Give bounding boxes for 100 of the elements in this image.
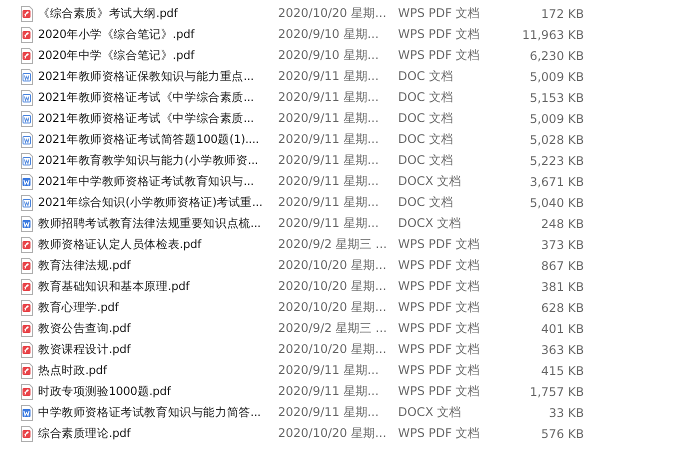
modified-date: 2020/9/10 星期...	[278, 26, 380, 43]
file-size: 5,153 KB	[528, 90, 584, 104]
modified-date: 2020/10/20 星期...	[278, 341, 388, 358]
file-type: WPS PDF 文档	[398, 320, 481, 337]
word-file-icon	[20, 132, 34, 148]
file-type: DOCX 文档	[398, 404, 462, 421]
file-name[interactable]: 2021年综合知识(小学教师资格证)考试重...	[38, 195, 278, 210]
file-name[interactable]: 教师资格证认定人员体检表.pdf	[38, 237, 278, 252]
file-type: WPS PDF 文档	[398, 26, 481, 43]
file-size: 381 KB	[540, 280, 584, 294]
pdf-file-icon	[20, 258, 34, 274]
file-size: 373 KB	[540, 238, 584, 252]
file-size: 576 KB	[540, 426, 584, 440]
file-type: WPS PDF 文档	[398, 341, 481, 358]
file-name[interactable]: 教育心理学.pdf	[38, 300, 278, 315]
modified-date: 2020/9/11 星期...	[278, 152, 380, 169]
file-name[interactable]: 2021年教师资格证考试《中学综合素质...	[38, 90, 278, 105]
modified-date: 2020/9/2 星期三 ...	[278, 236, 388, 253]
file-name[interactable]: 2021年教师资格证考试《中学综合素质...	[38, 111, 278, 126]
word-file-icon	[20, 194, 34, 210]
file-name[interactable]: 教资公告查询.pdf	[38, 321, 278, 336]
file-type: WPS PDF 文档	[398, 278, 481, 295]
file-type: DOC 文档	[398, 194, 454, 211]
modified-date: 2020/9/11 星期...	[278, 362, 380, 379]
word-file-icon	[20, 404, 34, 420]
modified-date: 2020/9/11 星期...	[278, 194, 380, 211]
modified-date: 2020/9/11 星期...	[278, 89, 380, 106]
pdf-file-icon	[20, 278, 34, 294]
file-size: 415 KB	[540, 364, 584, 378]
file-name[interactable]: 热点时政.pdf	[38, 363, 278, 378]
file-name[interactable]: 2020年小学《综合笔记》.pdf	[38, 27, 278, 42]
file-type: DOC 文档	[398, 68, 454, 85]
modified-date: 2020/10/20 星期...	[278, 257, 388, 274]
word-file-icon	[20, 110, 34, 126]
pdf-file-icon	[20, 300, 34, 316]
file-name[interactable]: 2020年中学《综合笔记》.pdf	[38, 48, 278, 63]
modified-date: 2020/10/20 星期...	[278, 5, 388, 22]
file-type: DOCX 文档	[398, 173, 462, 190]
file-type: WPS PDF 文档	[398, 47, 481, 64]
pdf-file-icon	[20, 48, 34, 64]
file-size: 5,009 KB	[528, 112, 584, 126]
file-type: WPS PDF 文档	[398, 383, 481, 400]
modified-date: 2020/9/11 星期...	[278, 404, 380, 421]
modified-date: 2020/9/11 星期...	[278, 383, 380, 400]
file-type: WPS PDF 文档	[398, 257, 481, 274]
file-size: 172 KB	[540, 6, 584, 20]
file-size: 3,671 KB	[528, 174, 584, 188]
file-type: DOC 文档	[398, 89, 454, 106]
modified-date: 2020/10/20 星期...	[278, 278, 388, 295]
pdf-file-icon	[20, 342, 34, 358]
modified-date: 2020/9/11 星期...	[278, 215, 380, 232]
pdf-file-icon	[20, 362, 34, 378]
modified-date: 2020/9/11 星期...	[278, 110, 380, 127]
file-size: 11,963 KB	[521, 28, 584, 42]
word-file-icon	[20, 216, 34, 232]
file-name[interactable]: 2021年教师资格证考试简答题100题(1)....	[38, 132, 278, 147]
modified-date: 2020/9/2 星期三 ...	[278, 320, 388, 337]
file-name[interactable]: 2021年教师资格证保教知识与能力重点...	[38, 69, 278, 84]
word-file-icon	[20, 90, 34, 106]
file-size: 248 KB	[540, 216, 584, 230]
pdf-file-icon	[20, 26, 34, 42]
file-size: 867 KB	[540, 258, 584, 272]
file-size: 363 KB	[540, 342, 584, 356]
file-size: 5,028 KB	[528, 132, 584, 146]
file-type: DOC 文档	[398, 152, 454, 169]
file-size: 628 KB	[540, 300, 584, 314]
file-size: 401 KB	[540, 322, 584, 336]
file-name[interactable]: 教师招聘考试教育法律法规重要知识点梳...	[38, 216, 278, 231]
file-size: 5,009 KB	[528, 70, 584, 84]
file-type: WPS PDF 文档	[398, 362, 481, 379]
file-name[interactable]: 教资课程设计.pdf	[38, 342, 278, 357]
word-file-icon	[20, 152, 34, 168]
file-size: 6,230 KB	[528, 48, 584, 62]
modified-date: 2020/9/10 星期...	[278, 47, 380, 64]
file-name[interactable]: 《综合素质》考试大纲.pdf	[38, 6, 278, 21]
modified-date: 2020/10/20 星期...	[278, 299, 388, 316]
file-type: WPS PDF 文档	[398, 5, 481, 22]
pdf-file-icon	[20, 426, 34, 442]
modified-date: 2020/9/11 星期...	[278, 68, 380, 85]
file-type: WPS PDF 文档	[398, 299, 481, 316]
word-file-icon	[20, 68, 34, 84]
file-name[interactable]: 2021年中学教师资格证考试教育知识与...	[38, 174, 278, 189]
pdf-file-icon	[20, 384, 34, 400]
file-type: WPS PDF 文档	[398, 236, 481, 253]
file-name[interactable]: 时政专项测验1000题.pdf	[38, 384, 278, 399]
file-size: 1,757 KB	[528, 384, 584, 398]
file-size: 5,040 KB	[528, 196, 584, 210]
file-type: DOC 文档	[398, 131, 454, 148]
file-type: WPS PDF 文档	[398, 425, 481, 442]
file-name[interactable]: 2021年教育教学知识与能力(小学教师资...	[38, 153, 278, 168]
pdf-file-icon	[20, 320, 34, 336]
modified-date: 2020/10/20 星期...	[278, 425, 388, 442]
modified-date: 2020/9/11 星期...	[278, 131, 380, 148]
file-type: DOCX 文档	[398, 215, 462, 232]
file-name[interactable]: 综合素质理论.pdf	[38, 426, 278, 441]
modified-date: 2020/9/11 星期...	[278, 173, 380, 190]
file-name[interactable]: 中学教师资格证考试教育知识与能力简答...	[38, 405, 278, 420]
word-file-icon	[20, 174, 34, 190]
file-name[interactable]: 教育法律法规.pdf	[38, 258, 278, 273]
file-name[interactable]: 教育基础知识和基本原理.pdf	[38, 279, 278, 294]
